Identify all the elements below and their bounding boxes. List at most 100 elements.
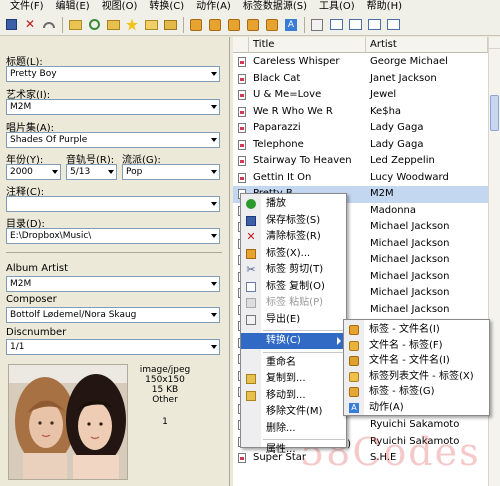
vertical-scrollbar[interactable] — [488, 37, 500, 486]
chevron-down-icon — [108, 170, 114, 174]
discnumber-field[interactable]: 1/1 — [6, 339, 220, 355]
table-row[interactable]: Gettin It On Lucy Woodward — [233, 170, 488, 187]
table-row[interactable]: Careless Whisper George Michael — [233, 54, 488, 71]
album-field[interactable]: Shades Of Purple — [6, 132, 220, 148]
menu-6[interactable]: 工具(O) — [313, 0, 361, 14]
scroll-up-icon[interactable] — [489, 37, 500, 49]
toolbar-button-3[interactable] — [66, 16, 84, 34]
context-menu-item-0[interactable]: 播放 — [241, 196, 346, 212]
table-row[interactable]: We R Who We R Ke$ha — [233, 104, 488, 121]
folder-icon — [246, 390, 256, 401]
toolbar-button-16[interactable] — [327, 16, 345, 34]
tag-to-filename-icon — [349, 325, 359, 335]
context-menu-item-label: 移动到... — [266, 389, 306, 401]
folder-add-icon — [163, 19, 177, 30]
toolbar-button-18[interactable] — [365, 16, 383, 34]
submenu-item-0[interactable]: 标签 - 文件名(I) — [344, 322, 489, 338]
toolbar-button-10[interactable] — [206, 16, 224, 34]
row-artist: Janet Jackson — [370, 72, 437, 84]
genre-field-value: Pop — [126, 167, 143, 177]
table-row[interactable]: Black Cat Janet Jackson — [233, 71, 488, 88]
context-menu-item-12[interactable]: 移除文件(M) — [241, 404, 346, 420]
composer-field[interactable]: Bottolf Lødemel/Nora Skaug — [6, 307, 220, 323]
copy-icon — [246, 281, 256, 292]
toolbar-button-19[interactable] — [384, 16, 402, 34]
convert-submenu: 标签 - 文件名(I) 文件名 - 标签(F) 文件名 - 文件名(I) 标签列表文件… — [343, 319, 490, 416]
table-row[interactable]: Stairway To Heaven Led Zeppelin — [233, 153, 488, 170]
year-field[interactable]: 2000 — [6, 164, 61, 180]
context-menu-item-11[interactable]: 移动到... — [241, 388, 346, 404]
menu-7[interactable]: 帮助(H) — [361, 0, 408, 14]
menu-2[interactable]: 视图(O) — [96, 0, 144, 14]
submenu-item-2[interactable]: 文件名 - 文件名(I) — [344, 353, 489, 369]
chevron-down-icon — [211, 202, 217, 206]
tag-panel: 标题(L): Pretty Boy 艺术家(I): M2M 唱片集(A): Sh… — [0, 37, 230, 486]
context-menu-item-2[interactable]: ✕ 清除标签(R) — [241, 229, 346, 245]
toolbar-separator — [62, 16, 63, 33]
album-artist-field[interactable]: M2M — [6, 276, 220, 292]
toolbar-button-14[interactable]: A — [282, 16, 300, 34]
toolbar-button-17[interactable] — [346, 16, 364, 34]
toolbar-button-7[interactable] — [142, 16, 160, 34]
submenu-item-1[interactable]: 文件名 - 标签(F) — [344, 338, 489, 354]
toolbar-button-11[interactable] — [225, 16, 243, 34]
scroll-thumb[interactable] — [490, 95, 499, 131]
column-header-title[interactable]: Title — [249, 37, 366, 53]
menu-0[interactable]: 文件(F) — [4, 0, 50, 14]
artist-field-value: M2M — [10, 102, 32, 112]
context-menu-item-8[interactable]: 转换(C) — [241, 333, 346, 349]
genre-field[interactable]: Pop — [122, 164, 220, 180]
toolbar-button-2[interactable] — [40, 16, 58, 34]
toolbar-button-9[interactable] — [187, 16, 205, 34]
cover-art[interactable] — [8, 364, 128, 480]
title-field[interactable]: Pretty Boy — [6, 66, 220, 82]
context-menu-item-4[interactable]: ✂ 标签 剪切(T) — [241, 262, 346, 278]
submenu-item-3[interactable]: 标签列表文件 - 标签(X) — [344, 369, 489, 385]
column-header-icon[interactable] — [233, 37, 249, 53]
context-menu-item-6[interactable]: 标签 粘贴(P) — [241, 295, 346, 311]
row-artist: Jewel — [370, 89, 397, 100]
table-row[interactable]: Telephone Lady Gaga — [233, 137, 488, 154]
directory-field-value: E:\Dropbox\Music\ — [10, 231, 92, 241]
table-row[interactable]: Paparazzi Lady Gaga — [233, 120, 488, 137]
menu-3[interactable]: 转换(C) — [143, 0, 190, 14]
artist-field[interactable]: M2M — [6, 99, 220, 115]
track-field[interactable]: 5/13 — [66, 164, 117, 180]
context-menu-item-14[interactable]: 属性... — [241, 442, 346, 458]
table-row[interactable]: U & Me=Love Jewel — [233, 87, 488, 104]
context-menu-item-3[interactable]: 标签(X)... — [241, 246, 346, 262]
row-artist: M2M — [370, 188, 394, 199]
menu-5[interactable]: 标签数据源(S) — [237, 0, 313, 14]
context-menu-item-1[interactable]: 保存标签(S) — [241, 213, 346, 229]
context-menu-item-label: 保存标签(S) — [266, 214, 321, 226]
cut-icon: ✂ — [246, 263, 256, 276]
context-menu-item-13[interactable]: 删除... — [241, 421, 346, 437]
toolbar-button-15[interactable] — [308, 16, 326, 34]
toolbar-button-4[interactable] — [85, 16, 103, 34]
context-menu-item-label: 标签 粘贴(P) — [266, 297, 324, 308]
context-menu-item-7[interactable]: 导出(E) — [241, 312, 346, 328]
toolbar-button-13[interactable] — [263, 16, 281, 34]
submenu-item-label: 文件名 - 文件名(I) — [369, 355, 450, 366]
submenu-item-4[interactable]: 标签 - 标签(G) — [344, 384, 489, 400]
directory-field[interactable]: E:\Dropbox\Music\ — [6, 228, 220, 244]
comment-field[interactable] — [6, 196, 220, 212]
row-title: Stairway To Heaven — [253, 155, 352, 166]
toolbar-button-0[interactable] — [2, 16, 20, 34]
toolbar-button-12[interactable] — [244, 16, 262, 34]
tag-icon — [246, 248, 256, 259]
context-menu-item-9[interactable]: 重命名 — [241, 355, 346, 371]
toolbar-button-8[interactable] — [161, 16, 179, 34]
context-menu-item-5[interactable]: 标签 复制(O) — [241, 279, 346, 295]
toolbar-button-6[interactable] — [123, 16, 141, 34]
list-view-icon — [386, 19, 400, 30]
clear-icon: ✕ — [246, 230, 256, 243]
row-artist: Michael Jackson — [370, 287, 450, 298]
menu-4[interactable]: 动作(A) — [190, 0, 237, 14]
menu-1[interactable]: 编辑(E) — [50, 0, 96, 14]
submenu-item-5[interactable]: A 动作(A) — [344, 400, 489, 416]
toolbar-button-1[interactable]: ✕ — [21, 16, 39, 34]
context-menu-item-10[interactable]: 复制到... — [241, 371, 346, 387]
column-header-artist[interactable]: Artist — [366, 37, 488, 53]
toolbar-button-5[interactable] — [104, 16, 122, 34]
